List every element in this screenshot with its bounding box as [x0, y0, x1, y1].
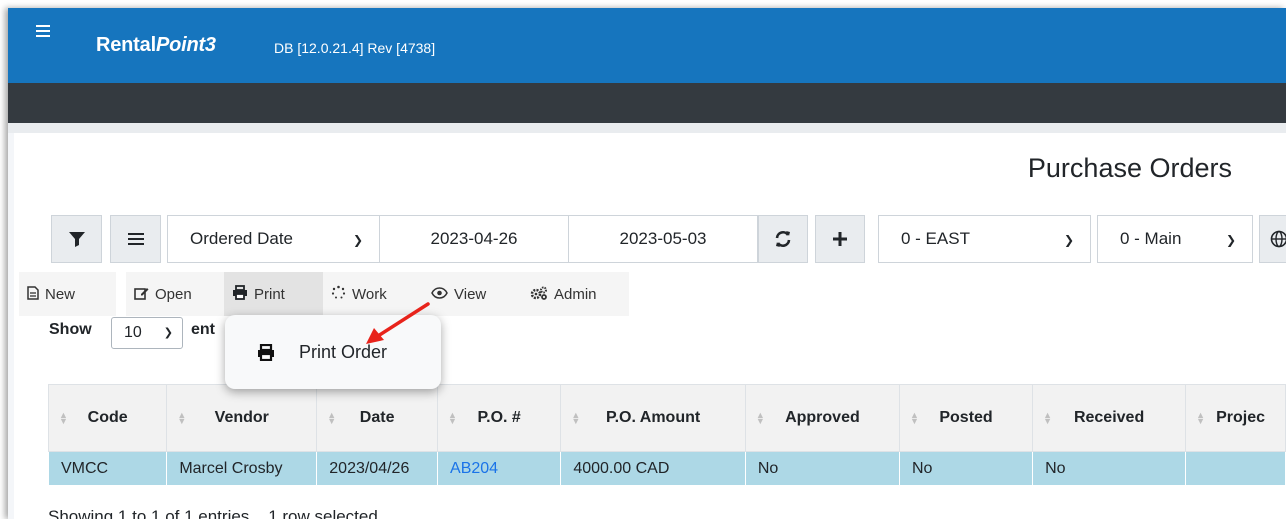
column-header-code[interactable]: ▲ ▼ Code: [47, 384, 168, 452]
cell-approved: No: [744, 451, 900, 486]
sort-icon: ▲ ▼: [1196, 410, 1206, 426]
brand-italic: Point3: [155, 34, 216, 56]
entries-label: ent: [191, 321, 215, 338]
separator-bar: [8, 123, 1286, 133]
db-version-info: DB [12.0.21.4] Rev [4738]: [274, 40, 436, 56]
plus-icon: [833, 232, 847, 246]
open-label: Open: [155, 285, 192, 303]
globe-icon: [1270, 230, 1286, 248]
column-header-label: Posted: [939, 409, 993, 426]
funnel-icon: [68, 232, 85, 247]
show-label: Show: [49, 321, 92, 338]
column-header-po-amount[interactable]: ▲ ▼ P.O. Amount: [560, 384, 746, 452]
column-header-label: Date: [359, 409, 395, 426]
cell-po-number-link[interactable]: AB204: [437, 451, 562, 486]
column-header-date[interactable]: ▲ ▼ Date: [316, 384, 439, 452]
location-value: 0 - EAST: [901, 229, 970, 248]
chevron-down-icon: ❯: [352, 233, 363, 247]
column-header-posted[interactable]: ▲ ▼ Posted: [898, 384, 1034, 452]
sort-icon: ▲ ▼: [571, 410, 581, 426]
table-row[interactable]: VMCC Marcel Crosby 2023/04/26 AB204 4000…: [47, 451, 1286, 486]
table-info: Showing 1 to 1 of 1 entries 1 row select…: [48, 507, 378, 519]
brand-prefix: Rental: [96, 34, 156, 56]
date-field-value: Ordered Date: [190, 229, 293, 248]
selected-info: 1 row selected: [268, 507, 378, 519]
globe-button[interactable]: [1259, 215, 1286, 263]
column-header-received[interactable]: ▲ ▼ Received: [1032, 384, 1187, 452]
store-value: 0 - Main: [1120, 229, 1182, 248]
column-header-label: Approved: [785, 409, 860, 426]
app-window: RentalPoint3 DB [12.0.21.4] Rev [4738] P…: [8, 8, 1286, 519]
refresh-icon: [775, 231, 791, 247]
top-navbar: RentalPoint3 DB [12.0.21.4] Rev [4738]: [8, 8, 1286, 83]
annotation-arrow-icon: [366, 302, 430, 344]
column-header-project[interactable]: ▲ ▼ Projec: [1185, 384, 1286, 452]
sort-icon: ▲ ▼: [448, 410, 457, 426]
date-field-select[interactable]: Ordered Date ❯: [167, 215, 380, 263]
cell-posted: No: [898, 451, 1034, 486]
document-icon: [27, 285, 39, 303]
list-icon: [127, 233, 144, 245]
location-select[interactable]: 0 - EAST ❯: [878, 215, 1091, 263]
view-label: View: [454, 285, 487, 303]
column-header-label: Projec: [1216, 409, 1266, 426]
spinner-icon: [331, 285, 346, 303]
page-length-select[interactable]: 10 ❯: [111, 317, 183, 349]
sort-icon: ▲ ▼: [59, 410, 68, 426]
print-label: Print: [254, 285, 285, 303]
view-button[interactable]: View: [423, 272, 522, 316]
columns-menu-button[interactable]: [110, 215, 161, 263]
chevron-down-icon: ❯: [1225, 233, 1236, 247]
sort-icon: ▲ ▼: [327, 410, 337, 426]
column-header-po-number[interactable]: ▲ ▼ P.O. #: [437, 384, 562, 452]
content-card: Purchase Orders Ordered Date ❯ 2023-04-2…: [14, 133, 1286, 519]
new-label: New: [45, 285, 76, 303]
hamburger-menu-icon[interactable]: [36, 22, 58, 44]
gears-icon: [530, 286, 548, 303]
new-button[interactable]: New: [19, 272, 116, 316]
entries-info: Showing 1 to 1 of 1 entries: [48, 507, 250, 519]
content-area: Purchase Orders Ordered Date ❯ 2023-04-2…: [8, 133, 1286, 519]
cell-code: VMCC: [47, 451, 168, 486]
printer-icon: [257, 343, 275, 366]
cell-date: 2023/04/26: [316, 451, 439, 486]
refresh-button[interactable]: [758, 215, 808, 263]
secondary-navbar: [8, 83, 1286, 123]
store-select[interactable]: 0 - Main ❯: [1097, 215, 1253, 263]
column-header-label: Vendor: [214, 409, 269, 426]
column-header-label: P.O. Amount: [605, 409, 701, 426]
purchase-orders-table: ▲ ▼ Code ▲ ▼ Vendor ▲ ▼ Date ▲ ▼ P.O. # ▲ ▼ P.O. A…: [47, 384, 1286, 486]
add-button[interactable]: [815, 215, 865, 263]
admin-label: Admin: [554, 285, 597, 303]
column-header-label: P.O. #: [477, 409, 521, 426]
column-header-label: Code: [87, 409, 128, 426]
page-title: Purchase Orders: [1027, 153, 1232, 183]
cell-vendor: Marcel Crosby: [166, 451, 318, 486]
brand-logo[interactable]: RentalPoint3: [96, 34, 216, 57]
edit-icon: [134, 286, 149, 303]
column-header-approved[interactable]: ▲ ▼ Approved: [744, 384, 900, 452]
cell-received: No: [1032, 451, 1187, 486]
print-button[interactable]: Print: [224, 272, 323, 316]
filter-button[interactable]: [51, 215, 102, 263]
admin-button[interactable]: Admin: [522, 272, 629, 316]
cell-po-amount: 4000.00 CAD: [560, 451, 746, 486]
chevron-down-icon: ❯: [1063, 233, 1074, 247]
end-date-input[interactable]: 2023-05-03: [568, 215, 758, 263]
sort-icon: ▲ ▼: [755, 410, 765, 426]
page-length-value: 10: [124, 324, 142, 341]
open-button[interactable]: Open: [126, 272, 224, 316]
start-date-input[interactable]: 2023-04-26: [379, 215, 569, 263]
sort-icon: ▲ ▼: [1043, 410, 1052, 426]
chevron-down-icon: ❯: [163, 327, 173, 339]
sort-icon: ▲ ▼: [909, 410, 919, 426]
column-header-vendor[interactable]: ▲ ▼ Vendor: [166, 384, 318, 452]
cell-project: [1185, 451, 1286, 486]
column-header-label: Received: [1073, 409, 1145, 426]
sort-icon: ▲ ▼: [177, 410, 187, 426]
table-header-row: ▲ ▼ Code ▲ ▼ Vendor ▲ ▼ Date ▲ ▼ P.O. # ▲ ▼ P.O. A…: [47, 384, 1286, 452]
printer-icon: [232, 285, 248, 303]
